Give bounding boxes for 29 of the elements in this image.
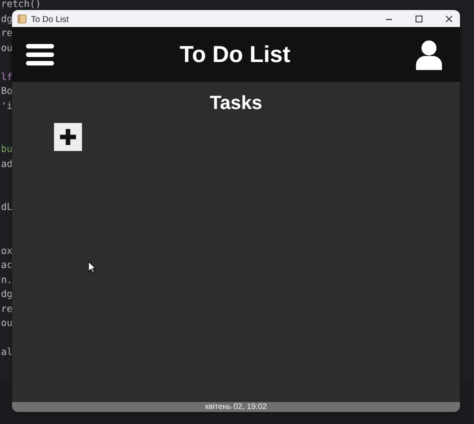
add-button[interactable] [54, 123, 82, 151]
window-title: To Do List [31, 14, 69, 24]
code-line: ox [1, 244, 12, 258]
code-line: lf [1, 70, 12, 84]
code-line: dg [1, 12, 12, 26]
notebook-icon [17, 14, 27, 24]
code-line: ad [1, 158, 12, 172]
code-line: Bo [1, 85, 12, 99]
section-heading: Tasks [210, 93, 262, 115]
app-title: To Do List [180, 41, 290, 68]
code-line: bu [1, 143, 12, 157]
code-line: re [1, 27, 12, 41]
code-line: re [1, 302, 12, 316]
cursor-icon [88, 261, 96, 273]
code-line: retch() [1, 0, 42, 12]
code-line: n. [1, 274, 12, 288]
status-text: квітень 02, 19:02 [205, 402, 267, 412]
code-line: al [1, 346, 12, 360]
code-line: 'i [1, 100, 12, 114]
code-line: dg [1, 288, 12, 302]
code-line: ac [1, 259, 12, 273]
plus-icon [59, 128, 77, 146]
close-icon[interactable] [444, 14, 454, 24]
maximize-icon[interactable] [414, 14, 424, 24]
user-icon[interactable] [416, 40, 442, 70]
code-line: ou [1, 317, 12, 331]
menu-icon[interactable] [26, 42, 54, 66]
code-line: ou [1, 42, 12, 56]
code-line: dL [1, 201, 12, 215]
